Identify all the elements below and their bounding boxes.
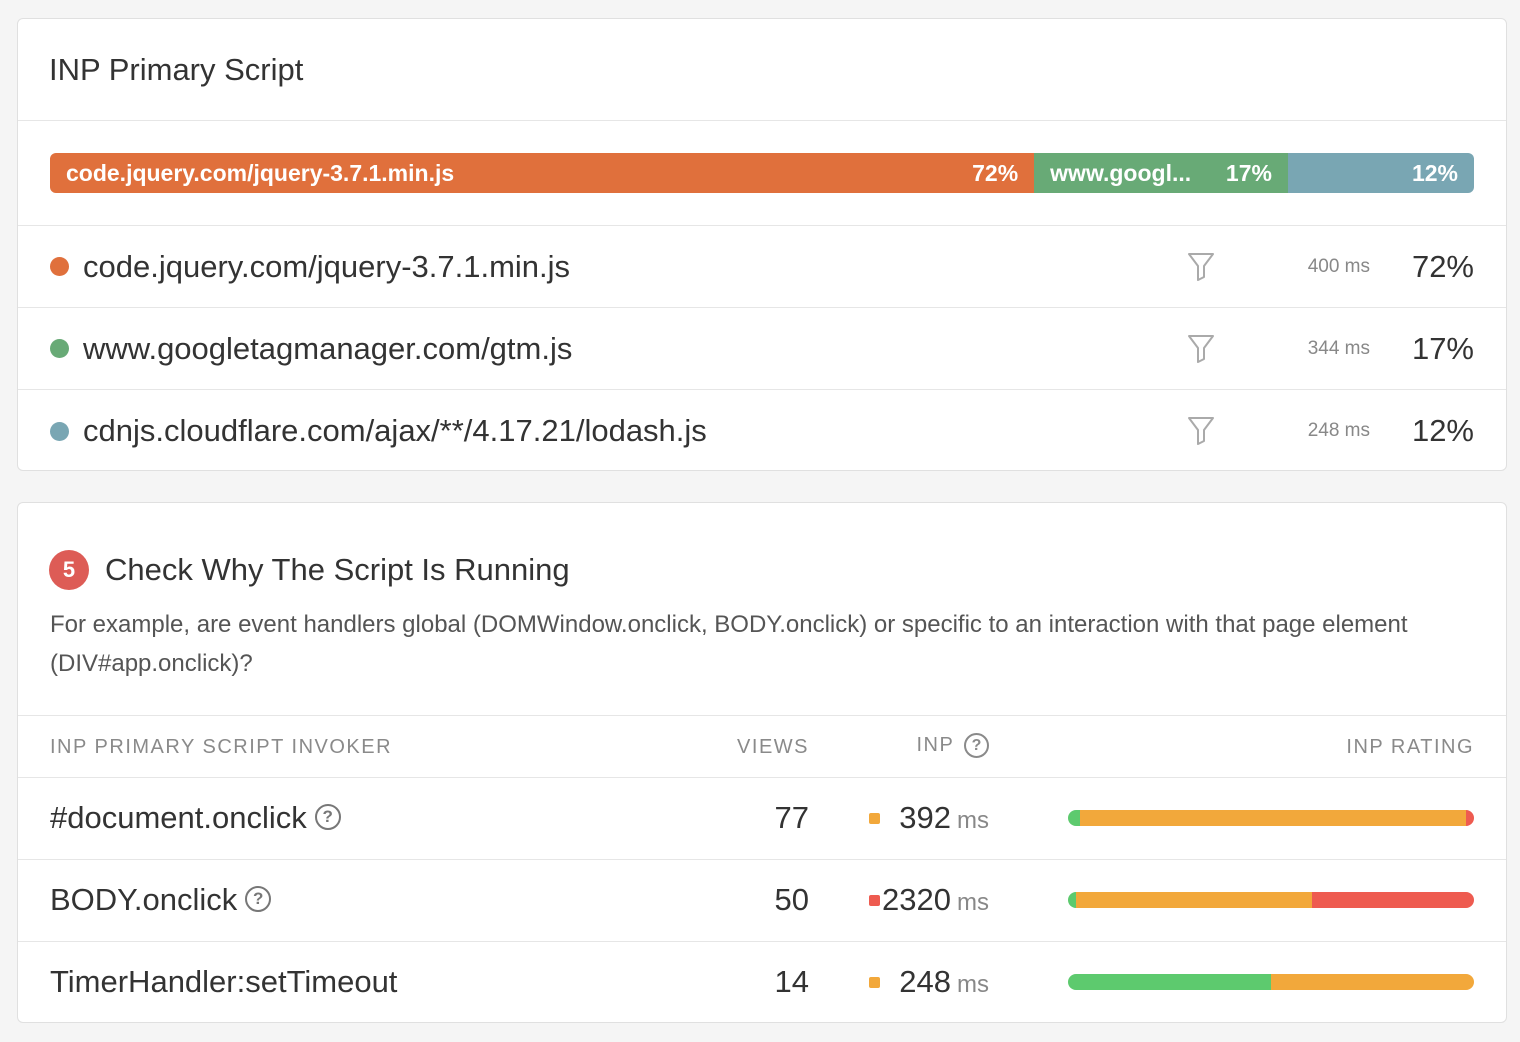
step-title: Check Why The Script Is Running [105, 552, 570, 587]
legend-dot [50, 421, 69, 441]
column-header-inp-label: INP [916, 733, 954, 756]
inp-rating-bar[interactable] [1068, 810, 1474, 826]
script-percent: 12% [1411, 413, 1474, 448]
script-row[interactable]: code.jquery.com/jquery-3.7.1.min.js 400 … [18, 226, 1506, 308]
bar-segment-label: www.googl... [1050, 159, 1192, 186]
help-icon[interactable]: ? [964, 733, 989, 758]
invoker-cell: #document.onclick? [50, 800, 341, 836]
filter-icon[interactable] [1186, 250, 1216, 282]
bar-segment-percent: 17% [1225, 159, 1272, 186]
views-value: 14 [774, 964, 809, 999]
help-icon[interactable]: ? [245, 885, 272, 912]
script-name: cdnjs.cloudflare.com/ajax/**/4.17.21/lod… [83, 413, 707, 448]
script-row[interactable]: cdnjs.cloudflare.com/ajax/**/4.17.21/lod… [18, 390, 1506, 470]
legend-dot [50, 257, 69, 276]
bar-segment-gtm[interactable]: www.googl... 17% [1034, 153, 1288, 193]
filter-icon[interactable] [1186, 332, 1216, 364]
card-header: INP Primary Script [18, 19, 1506, 121]
table-row[interactable]: BODY.onclick? 50 2320 ms [18, 860, 1506, 942]
inp-value: 2320 ms [882, 882, 989, 918]
inp-rating-bar[interactable] [1068, 892, 1474, 908]
inp-number: 248 [899, 964, 951, 999]
table-row[interactable]: #document.onclick? 77 392 ms [18, 778, 1506, 860]
check-script-card: 5 Check Why The Script Is Running For ex… [17, 502, 1507, 1023]
inp-number: 2320 [882, 882, 951, 917]
rating-poor-segment [1465, 810, 1474, 826]
invoker-name: TimerHandler:setTimeout [50, 964, 398, 999]
step-description: For example, are event handlers global (… [50, 611, 1408, 677]
legend-dot [50, 339, 69, 358]
step-number-badge: 5 [49, 550, 89, 590]
inp-number: 392 [899, 800, 951, 835]
script-share-bar-wrap: code.jquery.com/jquery-3.7.1.min.js 72% … [18, 121, 1506, 226]
inp-value: 248 ms [899, 964, 989, 1000]
filter-icon[interactable] [1186, 414, 1216, 446]
bar-segment-lodash[interactable]: 12% [1287, 153, 1474, 193]
bar-segment-percent: 12% [1411, 159, 1458, 186]
inp-primary-script-card: INP Primary Script code.jquery.com/jquer… [17, 18, 1507, 471]
rating-poor-segment [1311, 892, 1474, 908]
bar-segment-label: code.jquery.com/jquery-3.7.1.min.js [66, 159, 455, 186]
rating-good-segment [1068, 810, 1081, 826]
views-value: 77 [774, 800, 809, 835]
column-header-rating[interactable]: INP RATING [1346, 736, 1474, 759]
script-name: code.jquery.com/jquery-3.7.1.min.js [83, 248, 571, 284]
script-duration: 344 ms [1307, 337, 1370, 359]
table-header: INP PRIMARY SCRIPT INVOKER VIEWS INP ? I… [18, 715, 1506, 778]
invoker-name: BODY.onclick [50, 882, 238, 917]
bar-segment-percent: 72% [972, 159, 1019, 186]
rating-good-segment [1068, 974, 1271, 990]
script-percent: 17% [1411, 330, 1474, 366]
column-header-views[interactable]: VIEWS [737, 736, 809, 759]
script-duration: 400 ms [1307, 255, 1370, 277]
inp-rating-bar[interactable] [1068, 974, 1474, 990]
help-icon[interactable]: ? [314, 803, 341, 830]
views-value: 50 [774, 882, 809, 917]
script-name: www.googletagmanager.com/gtm.js [83, 330, 573, 366]
column-header-inp[interactable]: INP ? [916, 733, 989, 758]
column-header-invoker[interactable]: INP PRIMARY SCRIPT INVOKER [50, 736, 392, 759]
step-header: 5 Check Why The Script Is Running [18, 503, 1506, 605]
invoker-name: #document.onclick [50, 800, 307, 835]
rating-good-segment [1068, 892, 1077, 908]
table-body: #document.onclick? 77 392 ms BODY.onclick… [18, 778, 1506, 1022]
inp-value: 392 ms [899, 800, 989, 836]
card-title: INP Primary Script [49, 51, 304, 87]
inp-status-dot [869, 813, 880, 824]
inp-unit: ms [957, 807, 989, 834]
bar-segment-jquery[interactable]: code.jquery.com/jquery-3.7.1.min.js 72% [50, 153, 1035, 193]
script-percent: 72% [1411, 248, 1474, 284]
table-row[interactable]: TimerHandler:setTimeout 14 248 ms [18, 942, 1506, 1022]
inp-unit: ms [957, 889, 989, 916]
rating-needs-improvement-segment [1080, 810, 1466, 826]
script-list: code.jquery.com/jquery-3.7.1.min.js 400 … [18, 226, 1506, 470]
script-duration: 248 ms [1307, 420, 1370, 441]
invoker-cell: BODY.onclick? [50, 882, 272, 918]
rating-needs-improvement-segment [1271, 974, 1474, 990]
script-share-bar: code.jquery.com/jquery-3.7.1.min.js 72% … [50, 153, 1474, 193]
script-row[interactable]: www.googletagmanager.com/gtm.js 344 ms 1… [18, 308, 1506, 390]
invoker-cell: TimerHandler:setTimeout [50, 964, 397, 1000]
rating-needs-improvement-segment [1076, 892, 1312, 908]
inp-unit: ms [957, 971, 989, 998]
inp-status-dot [869, 977, 880, 988]
inp-status-dot [869, 895, 880, 906]
